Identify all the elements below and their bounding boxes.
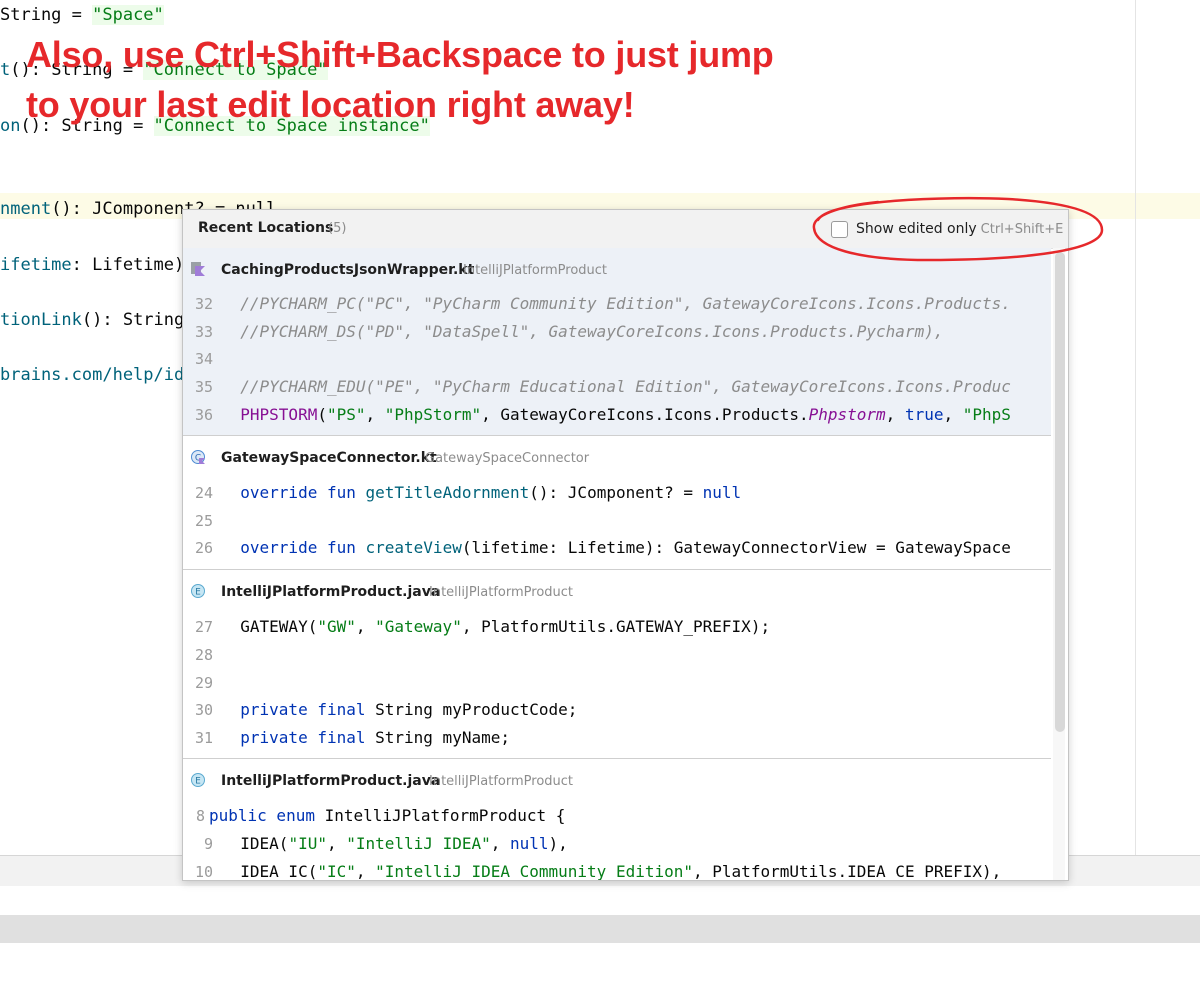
code-line: 10 IDEA_IC("IC", "IntelliJ IDEA Communit… [194, 862, 1002, 881]
code-line: 32 //PYCHARM_PC("PC", "PyCharm Community… [194, 294, 1011, 313]
java-enum-icon: E [191, 773, 205, 787]
code-line: 30 private final String myProductCode; [194, 700, 578, 719]
code-line: 36 PHPSTORM("PS", "PhpStorm", GatewayCor… [194, 405, 1011, 424]
bottom-panel-bar [0, 915, 1200, 943]
file-context: GatewaySpaceConnector [425, 451, 590, 466]
editor-line: brains.com/help/ide [0, 365, 195, 385]
code-line: 29 [194, 674, 213, 692]
editor-line: ifetime: Lifetime): [0, 255, 205, 275]
code-line: 35 //PYCHARM_EDU("PE", "PyCharm Educatio… [194, 377, 1011, 396]
code-line: 26 override fun createView(lifetime: Lif… [194, 538, 1011, 557]
location-entry[interactable]: E IntelliJPlatformProduct.java IntelliJP… [183, 759, 1051, 880]
code-line: 25 [194, 512, 213, 530]
code-line: 33 //PYCHARM_DS("PD", "DataSpell", Gatew… [194, 322, 944, 341]
location-entry-header: E IntelliJPlatformProduct.java IntelliJP… [183, 759, 1051, 799]
editor-line: tionLink(): String [0, 310, 195, 330]
file-name: GatewaySpaceConnector.kt [221, 450, 437, 466]
svg-text:E: E [195, 777, 201, 787]
location-entry[interactable]: E IntelliJPlatformProduct.java IntelliJP… [183, 570, 1051, 759]
annotation-line-1: Also, use Ctrl+Shift+Backspace to just j… [26, 34, 774, 75]
location-entry[interactable]: CachingProductsJsonWrapper.kt IntelliJPl… [183, 248, 1051, 436]
code-line: 24 override fun getTitleAdornment(): JCo… [194, 483, 742, 502]
location-entry-header: C GatewaySpaceConnector.kt GatewaySpaceC… [183, 436, 1051, 476]
code-line: 28 [194, 646, 213, 664]
file-context: IntelliJPlatformProduct [463, 263, 608, 278]
recent-locations-popup[interactable]: Recent Locations (5) Show edited only Ct… [182, 209, 1069, 881]
kotlin-file-icon [191, 262, 205, 276]
annotation-line-2: to your last edit location right away! [26, 84, 635, 125]
location-entry[interactable]: C GatewaySpaceConnector.kt GatewaySpaceC… [183, 436, 1051, 570]
popup-title: Recent Locations [198, 220, 334, 236]
code-line: 31 private final String myName; [194, 728, 510, 747]
code-line: 9 IDEA("IU", "IntelliJ IDEA", null), [203, 834, 568, 853]
java-enum-icon: E [191, 584, 205, 598]
kotlin-class-icon: C [191, 450, 205, 464]
editor-line: String = "Space" [0, 5, 164, 25]
code-line: 34 [194, 350, 213, 368]
file-name: CachingProductsJsonWrapper.kt [221, 262, 475, 278]
right-margin-guide [1135, 0, 1136, 855]
file-name: IntelliJPlatformProduct.java [221, 773, 441, 789]
svg-text:E: E [195, 588, 201, 598]
file-context: IntelliJPlatformProduct [429, 774, 574, 789]
code-line: 27 GATEWAY("GW", "Gateway", PlatformUtil… [194, 617, 771, 636]
file-context: IntelliJPlatformProduct [429, 585, 574, 600]
annotation-text: Also, use Ctrl+Shift+Backspace to just j… [26, 30, 774, 130]
file-name: IntelliJPlatformProduct.java [221, 584, 441, 600]
popup-count: (5) [328, 221, 347, 236]
location-entry-header: E IntelliJPlatformProduct.java IntelliJP… [183, 570, 1051, 610]
code-line: 8 public enum IntelliJPlatformProduct { [195, 806, 566, 825]
annotation-circle [812, 196, 1104, 262]
popup-scrollbar-thumb[interactable] [1055, 252, 1065, 732]
